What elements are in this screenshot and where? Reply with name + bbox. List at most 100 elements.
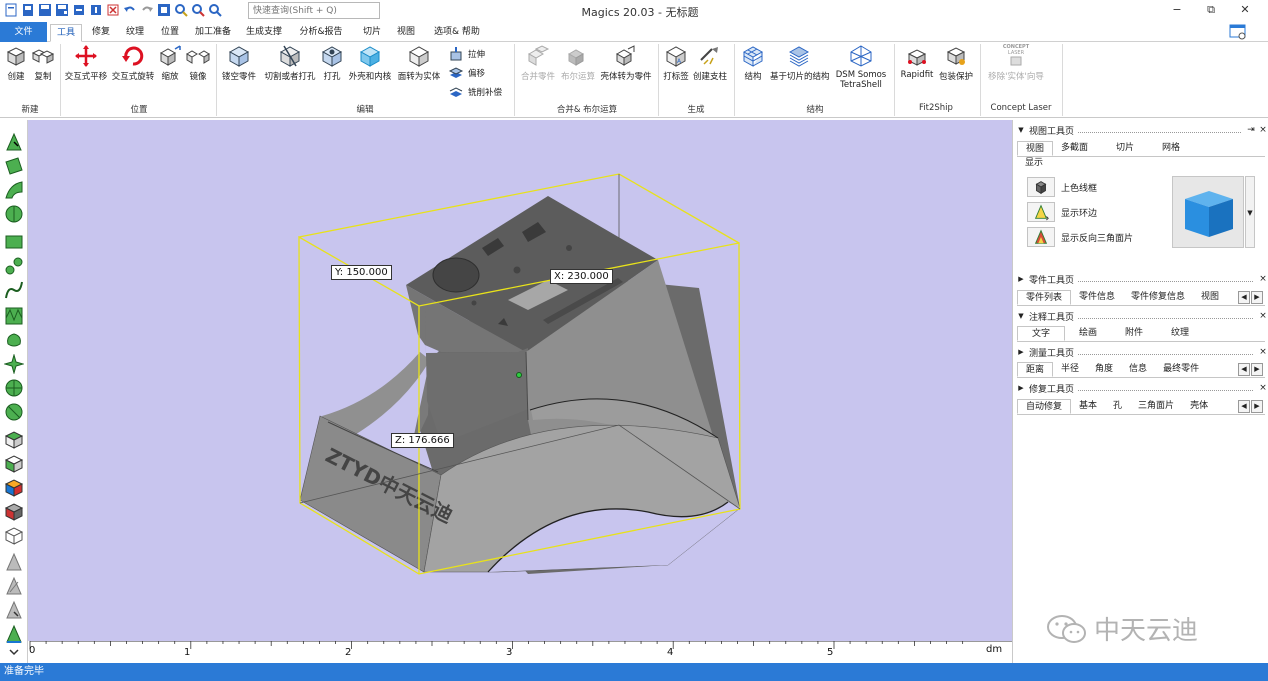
scroll-left-icon[interactable]: ◀: [1238, 363, 1250, 376]
chevron-down-icon[interactable]: [4, 646, 24, 660]
close-icon[interactable]: ×: [1257, 311, 1268, 321]
punch-button[interactable]: 打孔: [320, 44, 344, 82]
close-icon[interactable]: ×: [1257, 383, 1268, 393]
tab-support[interactable]: 生成支撑: [241, 24, 287, 42]
tab-annotation-attach[interactable]: 附件: [1111, 326, 1157, 341]
tab-annotation-text[interactable]: 文字: [1017, 326, 1066, 341]
face-to-solid-button[interactable]: 面转为实体: [396, 44, 442, 82]
open-file-icon[interactable]: [21, 3, 35, 17]
triangle-tool-4-icon[interactable]: [4, 624, 24, 644]
hollow-part-button[interactable]: 镂空零件: [220, 44, 258, 82]
quick-search-input[interactable]: [248, 2, 380, 19]
close-icon[interactable]: ×: [1257, 274, 1268, 284]
scroll-right-icon[interactable]: ▶: [1251, 291, 1263, 304]
calendar-settings-icon[interactable]: [1228, 23, 1248, 41]
structure-button[interactable]: 结构: [740, 44, 766, 82]
remove-solid-wizard-button[interactable]: CONCEPT LASER 移除'实体'向导: [986, 44, 1046, 82]
view-wire-cube-icon[interactable]: [4, 526, 24, 546]
tab-part-view[interactable]: 视图: [1193, 290, 1227, 305]
triangle-tool-2-icon[interactable]: [4, 576, 24, 596]
new-file-icon[interactable]: [4, 3, 18, 17]
offset-button[interactable]: 偏移: [448, 65, 485, 81]
select-cylinder-icon[interactable]: [4, 402, 24, 422]
part-tool-page-header[interactable]: ▶ 零件工具页 ×: [1013, 272, 1268, 286]
expand-icon[interactable]: ▶: [1013, 348, 1029, 356]
zoom-fit-icon[interactable]: [191, 3, 205, 17]
tab-measure-angle[interactable]: 角度: [1087, 362, 1121, 377]
tab-view-view[interactable]: 视图: [1017, 141, 1054, 156]
select-wave-icon[interactable]: [4, 306, 24, 326]
zoom-icon[interactable]: [174, 3, 188, 17]
redo-icon[interactable]: [140, 3, 154, 17]
tab-tools[interactable]: 工具: [50, 24, 82, 42]
boolean-button[interactable]: 布尔运算: [560, 44, 596, 82]
tab-texture[interactable]: 纹理: [120, 24, 150, 42]
select-surface-icon[interactable]: [4, 180, 24, 200]
view-top-cube-icon[interactable]: [4, 430, 24, 450]
package-protect-button[interactable]: 包装保护: [938, 44, 974, 82]
tab-measure-distance[interactable]: 距离: [1017, 362, 1054, 377]
3d-viewport[interactable]: ZTYD中天云迪 Y: 150.000 X: 230.000 Z: 176.66…: [28, 120, 1012, 663]
view-color-preview[interactable]: [1172, 176, 1244, 248]
repair-tool-page-header[interactable]: ▶ 修复工具页 ×: [1013, 381, 1268, 395]
scroll-right-icon[interactable]: ▶: [1251, 363, 1263, 376]
expand-icon[interactable]: ▶: [1013, 384, 1029, 392]
measure-tool-page-header[interactable]: ▶ 测量工具页 ×: [1013, 345, 1268, 359]
collapse-icon[interactable]: ▼: [1013, 312, 1029, 320]
tab-part-info[interactable]: 零件信息: [1071, 290, 1123, 305]
select-plane-icon[interactable]: [4, 156, 24, 176]
interactive-translate-button[interactable]: 交互式平移: [64, 44, 108, 82]
tab-view-mesh[interactable]: 网格: [1154, 141, 1188, 156]
select-triangle-icon[interactable]: [4, 132, 24, 152]
tab-analysis[interactable]: 分析&报告: [295, 24, 347, 42]
scroll-right-icon[interactable]: ▶: [1251, 400, 1263, 413]
mill-compensation-button[interactable]: 铣削补偿: [448, 84, 502, 100]
select-curve-icon[interactable]: [4, 280, 24, 300]
view-front-cube-icon[interactable]: [4, 454, 24, 474]
tab-repair-shell[interactable]: 壳体: [1182, 399, 1216, 414]
tab-annotation-texture[interactable]: 纹理: [1157, 326, 1203, 341]
select-box-icon[interactable]: [4, 232, 24, 252]
shell-to-part-button[interactable]: 壳体转为零件: [598, 44, 654, 82]
create-support-button[interactable]: 创建支柱: [692, 44, 728, 82]
tab-annotation-draw[interactable]: 绘画: [1065, 326, 1111, 341]
triangle-tool-1-icon[interactable]: [4, 552, 24, 572]
tab-slice[interactable]: 切片: [357, 24, 387, 42]
tab-part-list[interactable]: 零件列表: [1017, 290, 1072, 305]
tab-position[interactable]: 位置: [155, 24, 185, 42]
label-button[interactable]: A 打标签: [662, 44, 690, 82]
display-loop-edges[interactable]: 显示环边: [1027, 202, 1097, 222]
tab-file[interactable]: 文件: [0, 22, 47, 42]
expand-icon[interactable]: ▶: [1013, 275, 1029, 283]
extrude-button[interactable]: 拉伸: [448, 46, 485, 62]
collapse-icon[interactable]: ▼: [1013, 126, 1029, 134]
view-dark-cube-icon[interactable]: [4, 502, 24, 522]
copy-button[interactable]: 复制: [30, 44, 56, 82]
import-icon[interactable]: [72, 3, 86, 17]
tab-repair-basic[interactable]: 基本: [1071, 399, 1105, 414]
shell-core-button[interactable]: 外壳和内核: [348, 44, 392, 82]
select-sphere-icon[interactable]: [4, 378, 24, 398]
restore-button[interactable]: ⧉: [1194, 2, 1228, 18]
triangle-tool-3-icon[interactable]: [4, 600, 24, 620]
close-button[interactable]: ✕: [1228, 2, 1262, 18]
cut-punch-button[interactable]: 切割或者打孔: [263, 44, 317, 82]
select-connected-icon[interactable]: [4, 256, 24, 276]
interactive-rotate-button[interactable]: 交互式旋转: [111, 44, 155, 82]
rapidfit-button[interactable]: Rapidfit: [900, 44, 934, 80]
dsm-tetrashell-button[interactable]: DSM Somos TetraShell: [834, 44, 888, 90]
scale-button[interactable]: 缩放: [158, 44, 182, 82]
close-part-icon[interactable]: [106, 3, 120, 17]
select-shell-icon[interactable]: [4, 204, 24, 224]
display-shaded-wireframe[interactable]: 上色线框: [1027, 177, 1097, 197]
save-as-icon[interactable]: [55, 3, 69, 17]
part-scene[interactable]: ZTYD中天云迪: [28, 120, 1012, 641]
pin-icon[interactable]: ⇥: [1245, 125, 1257, 135]
tab-view-slice[interactable]: 切片: [1108, 141, 1142, 156]
tab-view-multisection[interactable]: 多截面: [1053, 141, 1096, 156]
close-icon[interactable]: ×: [1257, 347, 1268, 357]
select-star-icon[interactable]: [4, 354, 24, 374]
scroll-left-icon[interactable]: ◀: [1238, 291, 1250, 304]
view-cube-icon[interactable]: [157, 3, 171, 17]
create-button[interactable]: 创建: [4, 44, 28, 82]
